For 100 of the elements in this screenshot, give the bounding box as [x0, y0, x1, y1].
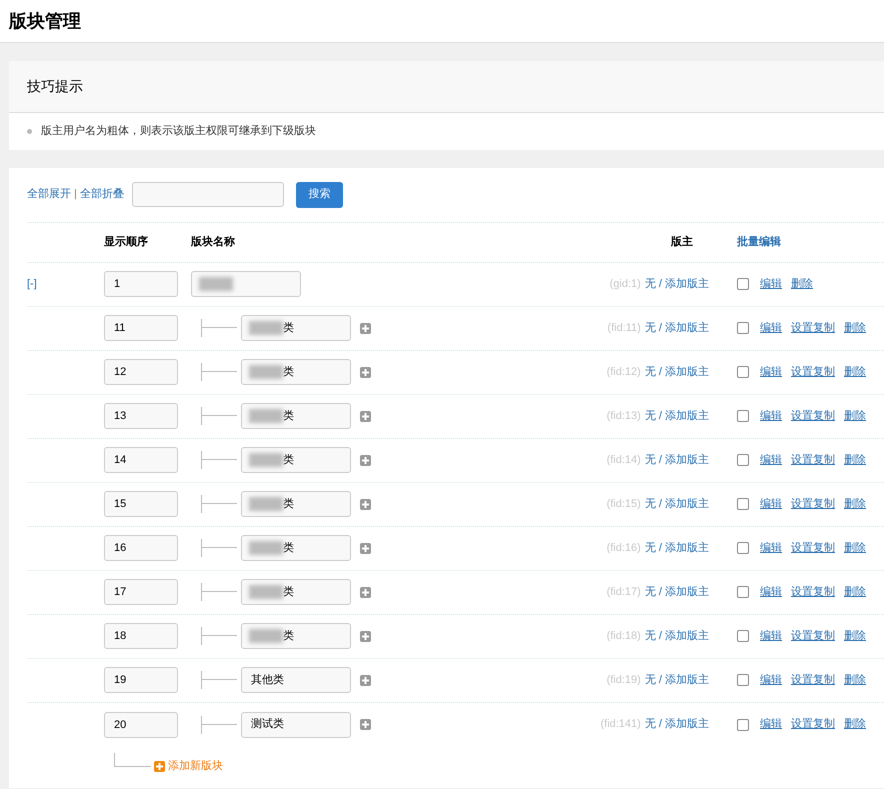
batch-edit-link[interactable]: 批量编辑 [737, 234, 884, 250]
collapse-all-link[interactable]: 全部折叠 [80, 186, 124, 203]
moderator-link[interactable]: 无 / 添加版主 [644, 408, 709, 424]
edit-link[interactable]: 编辑 [760, 276, 782, 292]
add-subforum-icon[interactable] [360, 630, 371, 642]
edit-link[interactable]: 编辑 [760, 672, 782, 688]
delete-link[interactable]: 删除 [791, 276, 813, 292]
copy-settings-link[interactable]: 设置复制 [791, 672, 835, 688]
expand-all-link[interactable]: 全部展开 [27, 186, 71, 203]
delete-link[interactable]: 删除 [844, 584, 866, 600]
edit-link[interactable]: 编辑 [760, 408, 782, 424]
column-header: 显示顺序 [104, 234, 149, 250]
edit-link[interactable]: 编辑 [760, 716, 782, 733]
name-field[interactable]: 类 [241, 491, 351, 517]
bullet-icon [27, 128, 32, 134]
order-field[interactable]: 17 [104, 579, 178, 605]
edit-link[interactable]: 编辑 [760, 540, 782, 556]
checkbox[interactable] [737, 454, 749, 466]
search-button[interactable]: 搜索 [296, 182, 343, 208]
tree-line [201, 407, 236, 425]
name-field[interactable]: 类 [241, 623, 351, 649]
checkbox[interactable] [737, 278, 749, 290]
add-subforum-icon[interactable] [360, 719, 371, 730]
delete-link[interactable]: 删除 [844, 628, 866, 644]
moderator-link[interactable]: 无 / 添加版主 [644, 496, 709, 512]
name-field[interactable]: 类 [241, 535, 351, 561]
checkbox[interactable] [737, 366, 749, 378]
checkbox[interactable] [737, 718, 749, 730]
moderator-link[interactable]: 无 / 添加版主 [644, 716, 709, 733]
separator: | [74, 187, 77, 202]
edit-link[interactable]: 编辑 [760, 584, 782, 600]
copy-settings-link[interactable]: 设置复制 [791, 584, 835, 600]
copy-settings-link[interactable]: 设置复制 [791, 628, 835, 644]
moderator-link[interactable]: 无 / 添加版主 [644, 276, 709, 292]
order-field[interactable]: 15 [104, 491, 178, 517]
delete-link[interactable]: 删除 [844, 540, 866, 556]
add-subforum-icon[interactable] [360, 674, 371, 686]
copy-settings-link[interactable]: 设置复制 [791, 408, 835, 424]
edit-link[interactable]: 编辑 [760, 364, 782, 380]
checkbox[interactable] [737, 410, 749, 422]
order-field[interactable]: 20 [104, 712, 178, 738]
moderator-link[interactable]: 无 / 添加版主 [644, 628, 709, 644]
search-field[interactable] [132, 182, 284, 207]
name-field[interactable]: 测试类 [241, 712, 351, 738]
name-field[interactable]: 类 [241, 403, 351, 429]
name-field[interactable]: 其他类 [241, 667, 351, 693]
plus-icon [154, 760, 165, 772]
name-field[interactable]: 类 [241, 447, 351, 473]
add-subforum-icon[interactable] [360, 366, 371, 378]
add-subforum-icon[interactable] [360, 586, 371, 598]
edit-link[interactable]: 编辑 [760, 452, 782, 468]
name-field[interactable]: 类 [241, 315, 351, 341]
add-forum-link[interactable]: 添加新版块 [154, 758, 223, 774]
edit-link[interactable]: 编辑 [760, 496, 782, 512]
moderator-link[interactable]: 无 / 添加版主 [644, 672, 709, 688]
delete-link[interactable]: 删除 [844, 452, 866, 468]
checkbox[interactable] [737, 674, 749, 686]
order-field[interactable]: 1 [104, 271, 178, 297]
add-subforum-icon[interactable] [360, 410, 371, 422]
delete-link[interactable]: 删除 [844, 320, 866, 336]
copy-settings-link[interactable]: 设置复制 [791, 364, 835, 380]
moderator-link[interactable]: 无 / 添加版主 [644, 364, 709, 380]
order-field[interactable]: 18 [104, 623, 178, 649]
edit-link[interactable]: 编辑 [760, 320, 782, 336]
checkbox[interactable] [737, 498, 749, 510]
add-subforum-icon[interactable] [360, 498, 371, 510]
moderator-link[interactable]: 无 / 添加版主 [644, 452, 709, 468]
name-field[interactable]: 类 [241, 579, 351, 605]
order-field[interactable]: 11 [104, 315, 178, 341]
delete-link[interactable]: 删除 [844, 672, 866, 688]
tips-title: 技巧提示 [27, 77, 83, 96]
tree-line [201, 671, 236, 689]
copy-settings-link[interactable]: 设置复制 [791, 452, 835, 468]
add-subforum-icon[interactable] [360, 454, 371, 466]
copy-settings-link[interactable]: 设置复制 [791, 320, 835, 336]
add-subforum-icon[interactable] [360, 542, 371, 554]
copy-settings-link[interactable]: 设置复制 [791, 540, 835, 556]
add-subforum-icon[interactable] [360, 322, 371, 334]
moderator-link[interactable]: 无 / 添加版主 [644, 584, 709, 600]
order-field[interactable]: 12 [104, 359, 178, 385]
moderator-link[interactable]: 无 / 添加版主 [644, 320, 709, 336]
checkbox[interactable] [737, 322, 749, 334]
delete-link[interactable]: 删除 [844, 716, 866, 733]
moderator-link[interactable]: 无 / 添加版主 [644, 540, 709, 556]
order-field[interactable]: 16 [104, 535, 178, 561]
name-field[interactable]: 类 [241, 359, 351, 385]
checkbox[interactable] [737, 542, 749, 554]
edit-link[interactable]: 编辑 [760, 628, 782, 644]
delete-link[interactable]: 删除 [844, 364, 866, 380]
name-field[interactable] [191, 271, 301, 297]
copy-settings-link[interactable]: 设置复制 [791, 496, 835, 512]
delete-link[interactable]: 删除 [844, 408, 866, 424]
order-field[interactable]: 14 [104, 447, 178, 473]
collapse-toggle[interactable]: [-] [27, 276, 104, 292]
checkbox[interactable] [737, 630, 749, 642]
order-field[interactable]: 13 [104, 403, 178, 429]
delete-link[interactable]: 删除 [844, 496, 866, 512]
checkbox[interactable] [737, 586, 749, 598]
order-field[interactable]: 19 [104, 667, 178, 693]
copy-settings-link[interactable]: 设置复制 [791, 716, 835, 733]
